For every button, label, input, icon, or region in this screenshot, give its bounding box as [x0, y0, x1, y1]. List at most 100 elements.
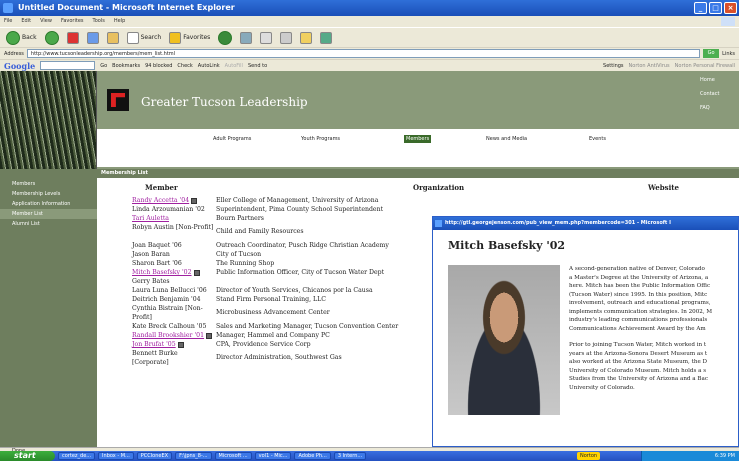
- maximize-button[interactable]: □: [709, 2, 722, 14]
- menu-view[interactable]: View: [40, 18, 52, 25]
- top-links: Home Contact FAQ: [700, 73, 719, 115]
- nav-events[interactable]: Events: [589, 136, 606, 142]
- messenger-button[interactable]: [318, 31, 334, 45]
- member-name: Linda Arzoumanian '02: [132, 206, 205, 213]
- member-name[interactable]: Tari Auletta: [132, 214, 214, 223]
- nav-news-media[interactable]: News and Media: [486, 136, 527, 142]
- taskbar-task[interactable]: Inbox - M...: [98, 452, 134, 460]
- member-organization: CPA, Providence Service Corp: [216, 341, 311, 348]
- close-button[interactable]: ×: [724, 2, 737, 14]
- settings-button[interactable]: Settings: [603, 63, 624, 69]
- gtl-logo[interactable]: [107, 89, 129, 111]
- folder-button[interactable]: [298, 31, 314, 45]
- bio-line: a Master's Degree at the University of A…: [569, 274, 709, 281]
- print-button[interactable]: [278, 31, 294, 45]
- menu-help[interactable]: Help: [114, 18, 125, 25]
- document-icon[interactable]: [177, 341, 184, 348]
- document-icon[interactable]: [206, 332, 213, 339]
- taskbar-task[interactable]: 3 Intern...: [333, 452, 367, 460]
- norton-tray-button[interactable]: Norton: [577, 452, 601, 460]
- search-icon: [126, 31, 139, 44]
- member-name[interactable]: Randall Brookshier '01: [132, 331, 214, 340]
- windows-logo-icon: [721, 17, 735, 26]
- popup-blocked-button[interactable]: 94 blocked: [145, 63, 172, 69]
- google-search-input[interactable]: [40, 61, 96, 70]
- spell-check-button[interactable]: Check: [177, 63, 192, 69]
- home-button[interactable]: [105, 31, 121, 45]
- bio-line: Communications Achievement Award by the …: [569, 325, 706, 332]
- forward-button[interactable]: [43, 30, 61, 46]
- stop-button[interactable]: [65, 31, 81, 45]
- member-organization: Eller College of Management, University …: [216, 197, 379, 204]
- google-logo: Google: [4, 60, 36, 71]
- document-icon[interactable]: [193, 269, 200, 276]
- refresh-button[interactable]: [85, 31, 101, 45]
- search-button[interactable]: Search: [125, 31, 164, 45]
- member-organization: City of Tucson: [216, 251, 262, 258]
- nav-youth-programs[interactable]: Youth Programs: [301, 136, 340, 142]
- menu-favorites[interactable]: Favorites: [61, 18, 84, 25]
- contact-link[interactable]: Contact: [700, 87, 719, 101]
- autofill-button[interactable]: AutoFill: [225, 63, 243, 69]
- autolink-button[interactable]: AutoLink: [198, 63, 220, 69]
- taskbar-task[interactable]: Microsoft ...: [214, 452, 252, 460]
- member-organization: The Running Shop: [216, 260, 275, 267]
- history-button[interactable]: [238, 31, 254, 45]
- member-name[interactable]: Randy Accetta '04: [132, 196, 214, 205]
- taskbar-task[interactable]: F:\jpns_8-...: [175, 452, 212, 460]
- site-name: Greater Tucson Leadership: [141, 95, 308, 109]
- minimize-button[interactable]: _: [694, 2, 707, 14]
- norton-antivirus-button[interactable]: Norton AntiVirus: [629, 63, 670, 69]
- bio-line: industry's leading communications profes…: [569, 317, 708, 323]
- col-website: Website: [648, 183, 679, 192]
- address-bar: Address http://www.tucsonleadership.org/…: [0, 47, 739, 59]
- window-titlebar[interactable]: Untitled Document - Microsoft Internet E…: [0, 0, 739, 16]
- start-button[interactable]: start: [0, 451, 55, 461]
- saguaro-photo: [0, 71, 97, 169]
- table-row: Randy Accetta '04 Eller College of Manage…: [0, 196, 739, 205]
- favorites-button[interactable]: Favorites: [167, 31, 212, 45]
- member-name: Cynthia Bistrain [Non-Profit]: [132, 305, 203, 321]
- bio-line: here. Mitch has been the Public Informat…: [569, 283, 711, 289]
- bio-line: A second-generation native of Denver, Co…: [569, 266, 705, 272]
- taskbar-task[interactable]: Adobe Ph...: [294, 452, 331, 460]
- menu-edit[interactable]: Edit: [21, 18, 31, 25]
- google-toolbar: Google Go Bookmarks 94 blocked Check Aut…: [0, 59, 739, 71]
- menu-bar: File Edit View Favorites Tools Help: [0, 16, 739, 27]
- home-link[interactable]: Home: [700, 73, 719, 87]
- popup-titlebar[interactable]: http://gtl.georgejenson.com/pub_view_mem…: [433, 217, 738, 230]
- taskbar-task[interactable]: PCCloneEX: [136, 452, 173, 460]
- sidebar-item-members[interactable]: Members: [0, 179, 97, 189]
- main-nav: Adult Programs Youth Programs Members Ne…: [97, 129, 739, 169]
- member-organization: Sales and Marketing Manager, Tucson Conv…: [216, 323, 399, 330]
- links-button[interactable]: Links: [722, 51, 735, 57]
- star-icon: [169, 31, 182, 44]
- clock: 6:39 PM: [714, 453, 735, 459]
- bookmarks-button[interactable]: Bookmarks: [112, 63, 140, 69]
- back-button[interactable]: Back: [4, 30, 39, 46]
- google-go-button[interactable]: Go: [100, 63, 107, 69]
- member-organization: Outreach Coordinator, Pusch Ridge Christ…: [216, 242, 389, 249]
- mail-icon: [260, 31, 273, 44]
- taskbar-task[interactable]: cortez_de...: [58, 452, 96, 460]
- document-icon[interactable]: [191, 197, 198, 204]
- norton-firewall-button[interactable]: Norton Personal Firewall: [675, 63, 735, 69]
- faq-link[interactable]: FAQ: [700, 101, 719, 115]
- member-portrait: [448, 265, 560, 415]
- member-organization: Manager, Hammel and Company PC: [216, 332, 330, 339]
- address-input[interactable]: http://www.tucsonleadership.org/members/…: [26, 49, 701, 58]
- send-to-button[interactable]: Send to: [248, 63, 267, 69]
- taskbar-task[interactable]: vol1 - Mic...: [254, 452, 292, 460]
- bio-line: Prior to joining Tucson Water, Mitch wor…: [569, 342, 707, 348]
- menu-tools[interactable]: Tools: [93, 18, 105, 25]
- member-name[interactable]: Jon Brufat '05: [132, 340, 214, 349]
- go-button[interactable]: Go: [703, 49, 720, 58]
- media-button[interactable]: [216, 30, 234, 46]
- member-name: Deitrich Benjamin '04: [132, 296, 201, 303]
- menu-file[interactable]: File: [4, 18, 12, 25]
- member-popup-window[interactable]: http://gtl.georgejenson.com/pub_view_mem…: [432, 216, 739, 447]
- member-name[interactable]: Mitch Basefsky '02: [132, 268, 214, 277]
- nav-members[interactable]: Members: [404, 135, 432, 143]
- nav-adult-programs[interactable]: Adult Programs: [213, 136, 251, 142]
- mail-button[interactable]: [258, 31, 274, 45]
